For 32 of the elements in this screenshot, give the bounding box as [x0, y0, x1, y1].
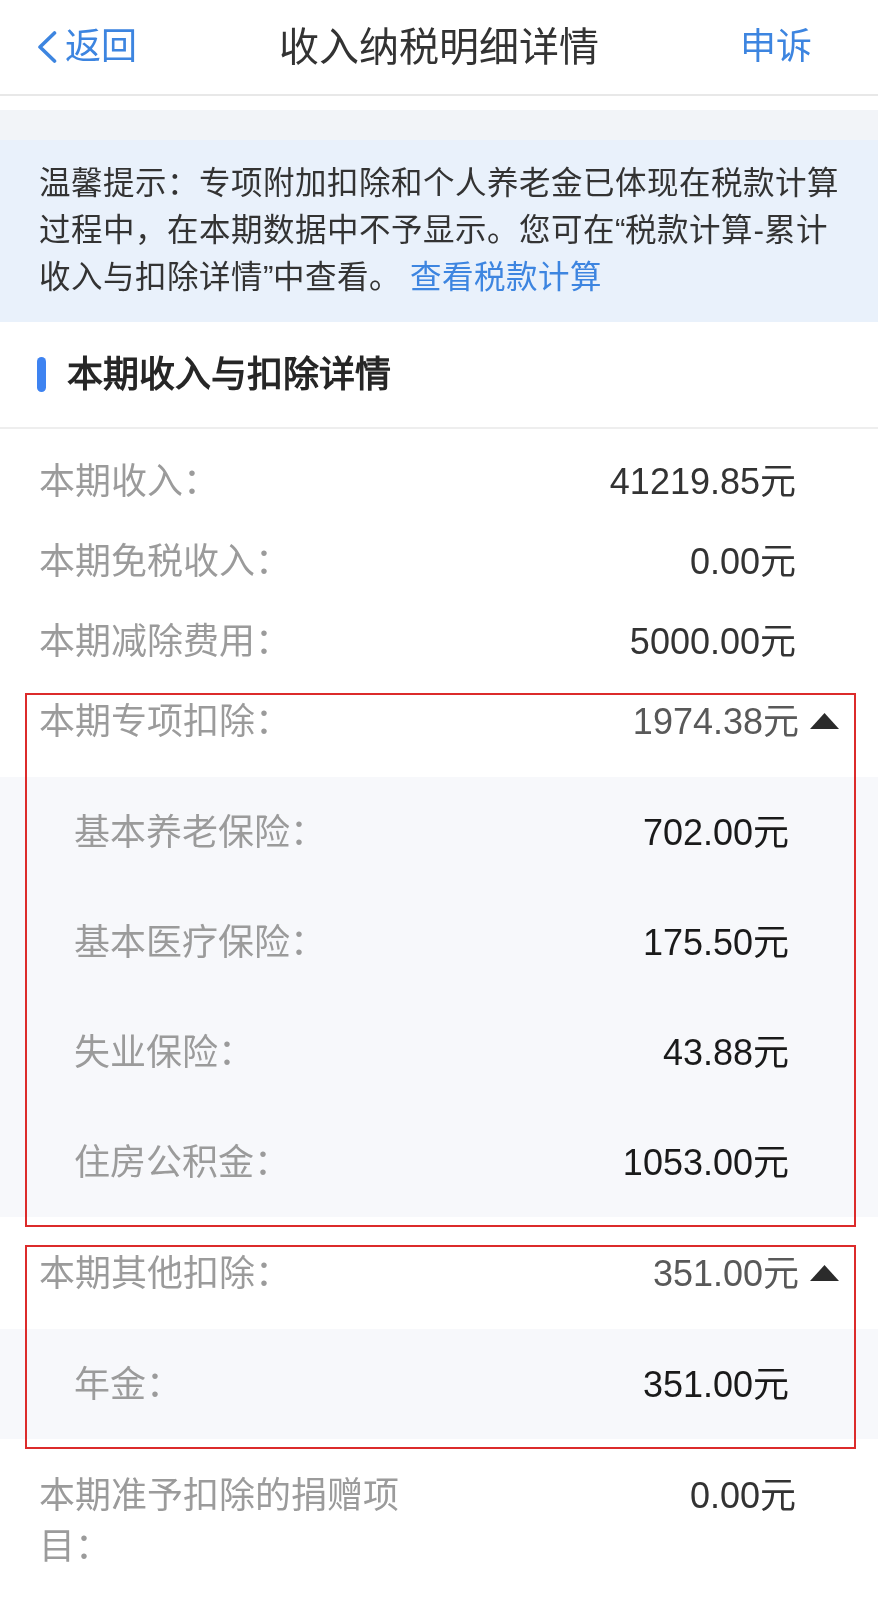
section-title: 本期收入与扣除详情: [67, 352, 391, 397]
detail-label: 基本养老保险：: [74, 810, 326, 855]
row-label: 本期免税收入：: [39, 540, 291, 584]
detail-label: 住房公积金：: [74, 1140, 290, 1185]
detail-label: 年金：: [74, 1362, 182, 1407]
caret-up-icon[interactable]: [810, 1265, 839, 1281]
row-value: 41219.85元: [609, 460, 796, 504]
detail-value: 702.00元: [642, 810, 789, 855]
detail-value: 351.00元: [642, 1362, 789, 1407]
detail-value: 1053.00元: [622, 1140, 789, 1185]
notice-text: 温馨提示：专项附加扣除和个人养老金已体现在税款计算过程中，在本期数据中不予显示。您可在“税款计算-累计收入与扣除详情”中查看。 查看税款计算: [39, 164, 840, 297]
detail-value: 43.88元: [662, 1030, 789, 1075]
chevron-left-icon: [37, 31, 57, 63]
row-value: 5000.00元: [629, 620, 796, 664]
row-value: 0.00元: [689, 1474, 796, 1518]
section-bar-icon: [37, 357, 46, 392]
row-label: 本期收入：: [39, 460, 219, 504]
row-label: 本期其他扣除：: [39, 1252, 291, 1296]
row-label: 本期准予扣除的捐赠项目：: [39, 1474, 400, 1569]
caret-up-icon[interactable]: [810, 713, 839, 729]
row-value: 0.00元: [689, 540, 796, 584]
back-button[interactable]: 返回: [37, 25, 137, 69]
appeal-button[interactable]: 申诉: [740, 25, 812, 69]
detail-label: 失业保险：: [74, 1030, 254, 1075]
detail-label: 基本医疗保险：: [74, 920, 326, 965]
tax-calc-link[interactable]: 查看税款计算: [409, 259, 602, 295]
page-title: 收入纳税明细详情: [279, 24, 599, 71]
row-value: 1974.38元: [632, 700, 799, 744]
row-label: 本期减除费用：: [39, 620, 291, 664]
detail-value: 175.50元: [642, 920, 789, 965]
row-label: 本期专项扣除：: [39, 700, 291, 744]
row-value: 351.00元: [652, 1252, 799, 1296]
